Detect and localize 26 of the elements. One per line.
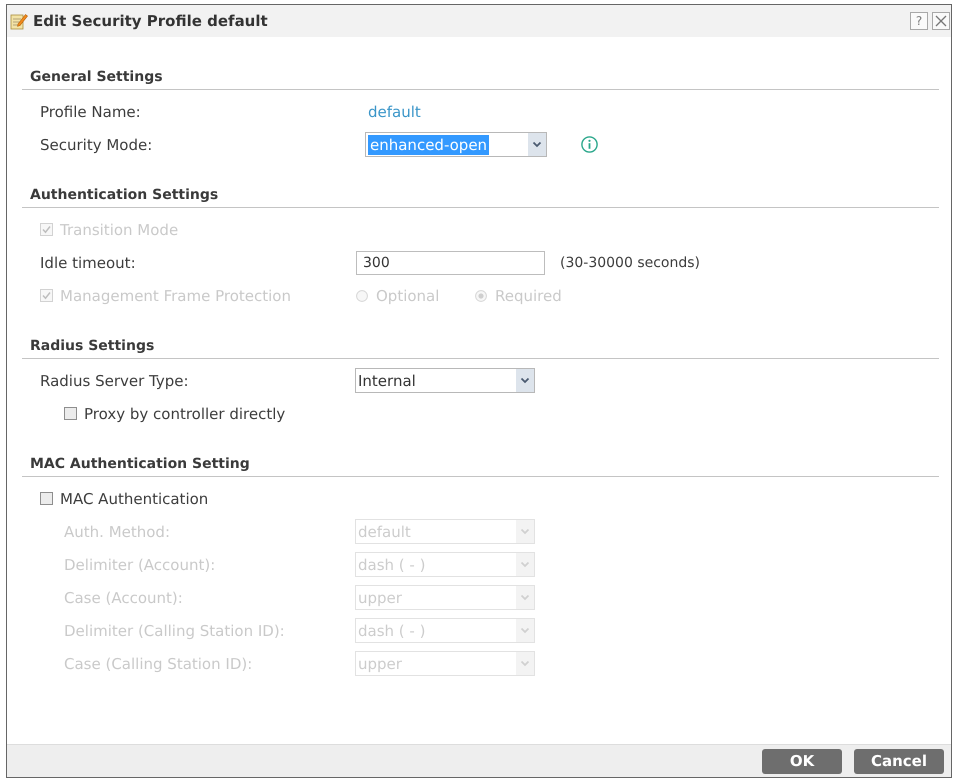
notepad-pencil-icon	[10, 12, 28, 30]
range-hint: (30-30000 seconds)	[560, 254, 700, 270]
idle-timeout-input[interactable]: 300	[356, 250, 545, 274]
security-mode-select[interactable]: enhanced-open	[365, 132, 547, 157]
profile-name-value: default	[368, 102, 421, 120]
help-button[interactable]: ?	[910, 12, 928, 30]
window-title: Edit Security Profile default	[33, 12, 269, 30]
checkbox-label: Proxy by controller directly	[84, 404, 286, 422]
checkbox-label: MAC Authentication	[60, 490, 208, 508]
ok-button[interactable]: OK	[762, 748, 842, 774]
chevron-down-icon[interactable]	[516, 369, 534, 392]
info-icon[interactable]	[581, 136, 598, 153]
checkbox[interactable]	[64, 407, 77, 420]
section-title: Radius Settings	[22, 336, 939, 359]
server-type-select[interactable]: Internal	[355, 368, 535, 393]
field-label: Radius Server Type:	[40, 372, 190, 390]
field-label: Profile Name:	[40, 102, 142, 120]
close-icon[interactable]	[932, 12, 950, 30]
field-label: Idle timeout:	[40, 254, 137, 272]
chevron-down-icon[interactable]	[528, 133, 546, 156]
checkbox[interactable]	[40, 492, 53, 505]
section-title: MAC Authentication Setting	[22, 454, 939, 477]
field-label: Security Mode:	[40, 136, 154, 154]
cancel-button[interactable]: Cancel	[854, 748, 944, 774]
section-title: General Settings	[22, 67, 939, 90]
section-title: Authentication Settings	[22, 185, 939, 208]
